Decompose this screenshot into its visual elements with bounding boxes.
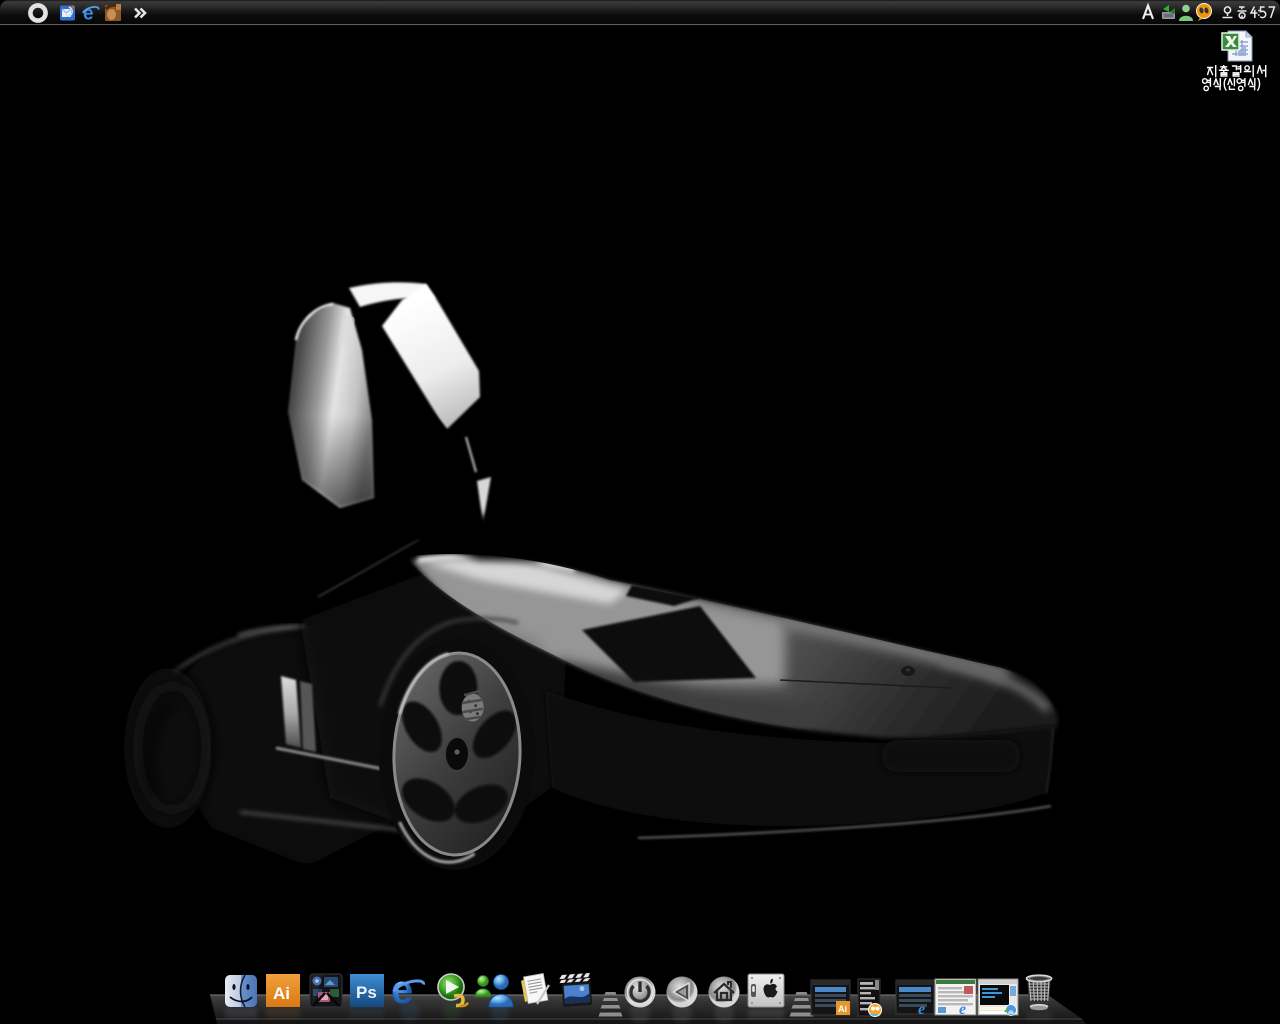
svg-text:e: e xyxy=(959,1001,966,1018)
svg-text:Ai: Ai xyxy=(273,984,290,1003)
svg-text:e: e xyxy=(918,1001,925,1018)
svg-text:Ps: Ps xyxy=(356,983,377,1002)
svg-text:Ai: Ai xyxy=(838,1004,847,1014)
